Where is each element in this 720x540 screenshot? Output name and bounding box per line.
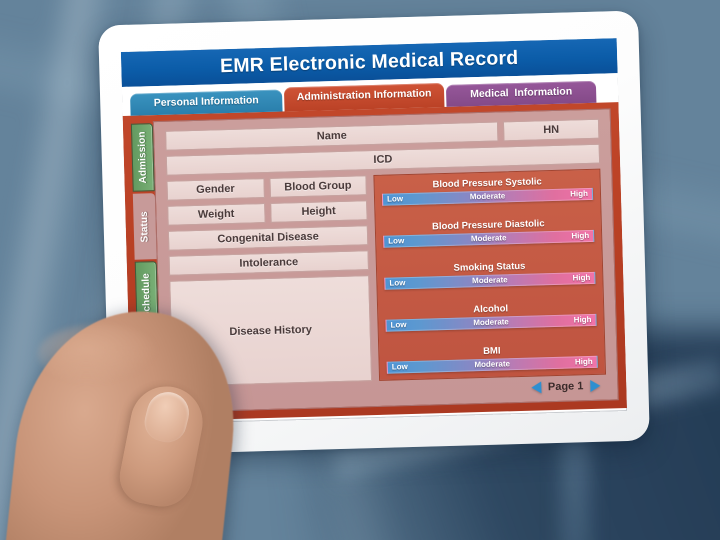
tablet-device: EMR Electronic Medical Record Personal I… [98, 10, 650, 456]
slider-moderate-label: Moderate [474, 359, 511, 370]
slider-low-label: Low [388, 236, 405, 246]
slider-low-label: Low [390, 320, 407, 330]
blood-group-field[interactable]: Blood Group [268, 174, 367, 198]
row-intolerance: Intolerance [168, 249, 370, 276]
disease-history-field[interactable]: Disease History [169, 274, 373, 387]
risk-alcohol: Alcohol Low Moderate High [385, 299, 597, 332]
risk-blood-pressure-diastolic: Blood Pressure Diastolic Low Moderate Hi… [383, 215, 595, 248]
lower-section: Gender Blood Group Weight Height Congeni… [166, 168, 607, 387]
slider-low-label: Low [391, 362, 408, 372]
tab-personal-information[interactable]: Personal Information [130, 89, 283, 116]
sidebar-item-accounting[interactable]: Accounting [136, 330, 161, 412]
slider-high-label: High [570, 189, 589, 199]
congenital-disease-field[interactable]: Congenital Disease [167, 224, 369, 251]
patient-details-column: Gender Blood Group Weight Height Congeni… [166, 174, 373, 387]
slider-moderate-label: Moderate [471, 275, 508, 286]
row-gender-blood: Gender Blood Group [166, 174, 367, 201]
name-field[interactable]: Name [165, 121, 499, 151]
slider-moderate-label: Moderate [473, 317, 509, 328]
slider-moderate-label: Moderate [469, 191, 506, 202]
gender-field[interactable]: Gender [166, 177, 265, 201]
sidebar-item-status[interactable]: Status [132, 192, 157, 260]
tablet-bezel: EMR Electronic Medical Record Personal I… [98, 10, 650, 456]
risk-bmi: BMI Low Moderate High [386, 341, 598, 374]
form-panel: Name HN ICD Gender Blood Group Weight He… [152, 107, 619, 413]
page-number-label: Page 1 [547, 379, 584, 393]
weight-field[interactable]: Weight [167, 202, 266, 226]
risk-blood-pressure-systolic: Blood Pressure Systolic Low Moderate Hig… [381, 173, 594, 206]
slider-low-label: Low [389, 278, 406, 288]
height-field[interactable]: Height [269, 199, 368, 223]
risk-smoking-status: Smoking Status Low Moderate High [384, 257, 596, 290]
sidebar-item-schedule[interactable]: Schedule [134, 260, 159, 330]
row-congenital: Congenital Disease [167, 224, 369, 251]
slider-high-label: High [573, 315, 592, 325]
slider-moderate-label: Moderate [470, 233, 507, 244]
slider-low-label: Low [386, 194, 404, 204]
slider-high-label: High [572, 273, 591, 283]
tab-administration-information[interactable]: Administration Information [283, 82, 445, 111]
risk-assessment-panel: Blood Pressure Systolic Low Moderate Hig… [373, 168, 607, 381]
arrow-right-icon[interactable] [590, 379, 601, 392]
arrow-left-icon[interactable] [530, 380, 542, 394]
hn-field[interactable]: HN [502, 118, 600, 141]
slider-high-label: High [571, 231, 590, 241]
content-frame: Admission Status Schedule Accounting Nam… [122, 101, 627, 422]
tablet-screen: EMR Electronic Medical Record Personal I… [120, 38, 628, 425]
screenshot-scene: EMR Electronic Medical Record Personal I… [0, 0, 720, 540]
sidebar-item-admission[interactable]: Admission [130, 122, 155, 192]
page-title: EMR Electronic Medical Record [219, 46, 519, 78]
slider-high-label: High [574, 356, 593, 367]
tab-medical-information[interactable]: Medical Information [445, 80, 597, 107]
intolerance-field[interactable]: Intolerance [168, 249, 370, 276]
row-weight-height: Weight Height [167, 199, 368, 226]
